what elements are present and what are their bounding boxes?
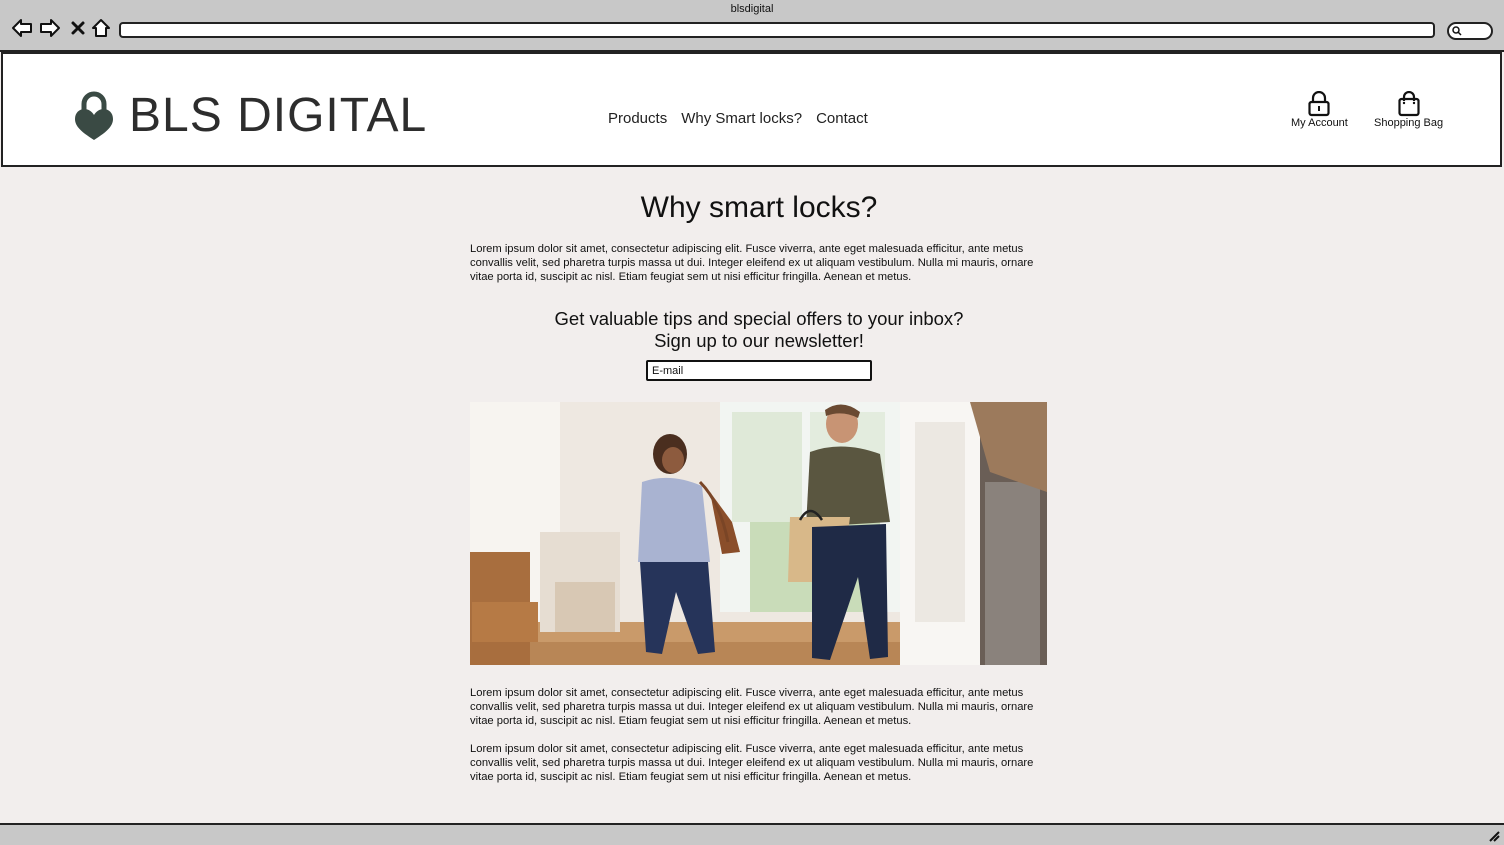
shopping-bag-button[interactable]: Shopping Bag <box>1374 91 1443 129</box>
shopping-bag-label: Shopping Bag <box>1374 117 1444 129</box>
lock-icon <box>1308 91 1331 117</box>
body-paragraph-1: Lorem ipsum dolor sit amet, consectetur … <box>470 687 1034 727</box>
newsletter-line-1: Get valuable tips and special offers to … <box>554 308 964 329</box>
browser-status-bar <box>0 823 1504 845</box>
nav-contact[interactable]: Contact <box>816 110 868 127</box>
address-bar[interactable] <box>119 22 1435 38</box>
close-icon[interactable] <box>66 16 90 40</box>
site-header: BLS DIGITAL Products Why Smart locks? Co… <box>1 52 1502 167</box>
resize-grip-icon[interactable] <box>1488 830 1500 842</box>
couple-entering-home-photo <box>470 402 1047 665</box>
newsletter-prompt: Get valuable tips and special offers to … <box>470 308 1048 352</box>
intro-paragraph: Lorem ipsum dolor sit amet, consectetur … <box>470 243 1034 283</box>
my-account-button[interactable]: My Account <box>1291 91 1348 129</box>
home-icon[interactable] <box>89 16 113 40</box>
forward-icon[interactable] <box>38 16 62 40</box>
heart-lock-icon <box>75 91 113 140</box>
nav-products[interactable]: Products <box>608 110 667 127</box>
logo-text: BLS DIGITAL <box>129 89 428 142</box>
logo[interactable]: BLS DIGITAL <box>73 90 427 142</box>
body-paragraph-2: Lorem ipsum dolor sit amet, consectetur … <box>470 743 1034 783</box>
search-icon <box>1452 26 1462 36</box>
main-nav: Products Why Smart locks? Contact <box>608 110 868 127</box>
browser-toolbar: blsdigital <box>0 0 1504 52</box>
window-title: blsdigital <box>730 3 774 15</box>
nav-why-smart-locks[interactable]: Why Smart locks? <box>681 110 802 127</box>
email-field[interactable] <box>646 360 872 381</box>
back-icon[interactable] <box>10 16 34 40</box>
page-title: Why smart locks? <box>640 191 878 224</box>
main-content: Why smart locks? Lorem ipsum dolor sit a… <box>470 168 1048 784</box>
newsletter-line-2: Sign up to our newsletter! <box>654 330 864 351</box>
shopping-bag-icon <box>1397 91 1420 117</box>
search-box[interactable] <box>1447 22 1493 40</box>
my-account-label: My Account <box>1291 117 1348 129</box>
